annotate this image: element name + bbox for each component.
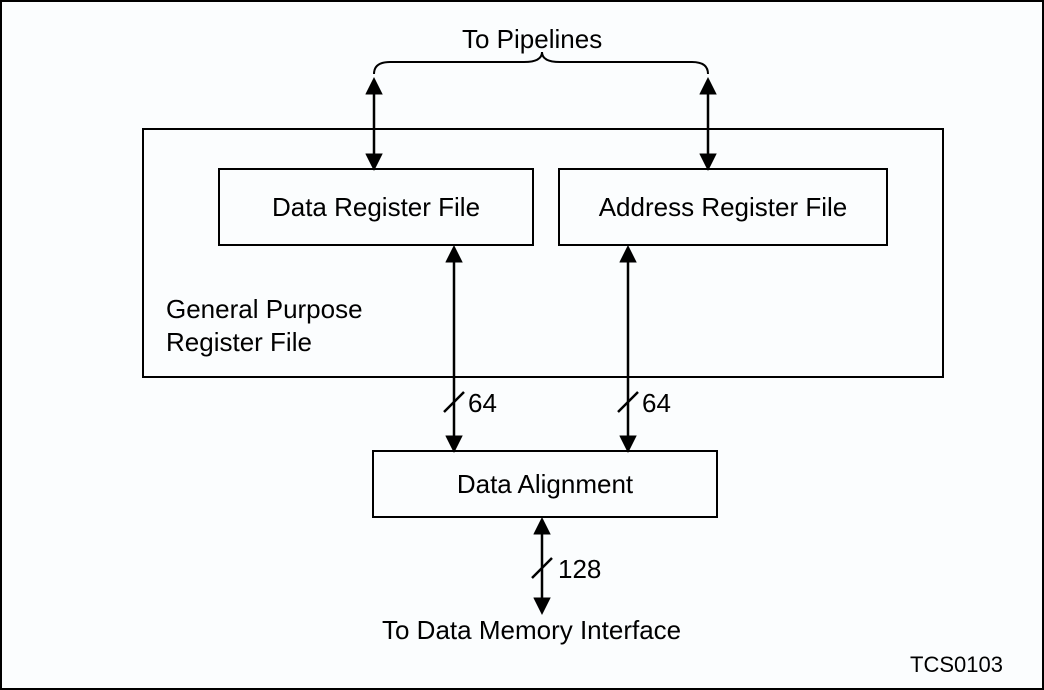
slash-icon [618,392,638,412]
slash-icon [444,392,464,412]
data-register-file-box: Data Register File [218,168,534,246]
gpr-file-label: General PurposeRegister File [166,293,363,358]
data-register-file-label: Data Register File [272,192,480,223]
brace-icon [374,52,708,74]
gpr-file-box: General PurposeRegister File [142,128,944,378]
diagram-tag: TCS0103 [910,652,1003,678]
bus-left-label: 64 [468,388,497,419]
slash-icon [532,558,552,578]
bus-bottom-label: 128 [558,554,601,585]
diagram-canvas: To Pipelines General PurposeRegister Fil… [0,0,1044,690]
bus-right-label: 64 [642,388,671,419]
to-pipelines-label: To Pipelines [462,24,602,55]
data-alignment-box: Data Alignment [372,450,718,518]
address-register-file-box: Address Register File [558,168,888,246]
to-memory-label: To Data Memory Interface [382,615,681,646]
data-alignment-label: Data Alignment [457,469,633,500]
address-register-file-label: Address Register File [599,192,848,223]
